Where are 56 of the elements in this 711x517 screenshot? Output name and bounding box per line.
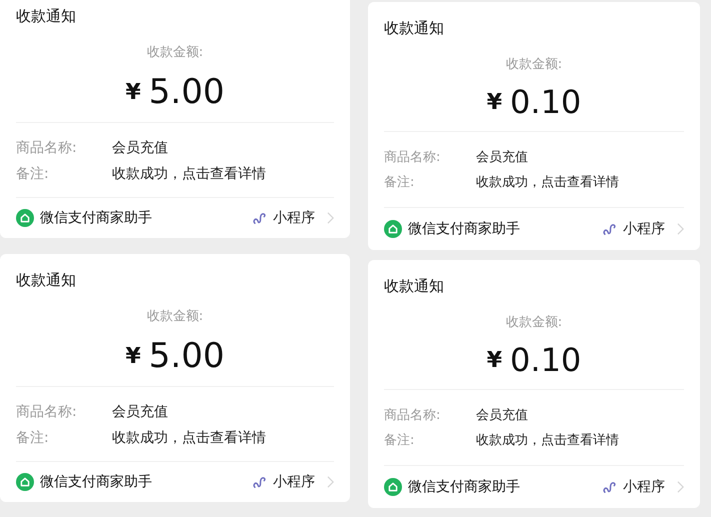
- amount-label: 收款金额:: [504, 56, 564, 74]
- amount-label: 收款金额:: [146, 44, 204, 62]
- amount-value: 5.00: [148, 71, 224, 114]
- link-icon: [602, 222, 617, 236]
- notification-card[interactable]: 收款通知 收款金额: ¥ 5.00 商品名称: 会员充值 备注: 收款成功，点击查看详情 微信支付商家助手 小程序: [0, 0, 350, 238]
- mini-program-link[interactable]: 小程序: [273, 209, 315, 227]
- field-label: 商品名称:: [16, 403, 78, 422]
- chevron-right-icon: [677, 481, 684, 493]
- field-value: 会员充值: [476, 149, 528, 167]
- mini-program-link[interactable]: 小程序: [623, 478, 665, 496]
- field-label: 商品名称:: [16, 139, 78, 158]
- field-value: 会员充值: [112, 403, 168, 422]
- chevron-right-icon: [677, 223, 684, 235]
- card-title: 收款通知: [384, 276, 445, 297]
- field-value: 收款成功，点击查看详情: [476, 432, 619, 450]
- currency-symbol: ¥: [125, 344, 141, 368]
- source-name: 微信支付商家助手: [408, 220, 520, 238]
- mini-program-link[interactable]: 小程序: [273, 473, 315, 491]
- merchant-helper-icon: [384, 478, 402, 496]
- link-icon: [602, 480, 617, 494]
- source-name: 微信支付商家助手: [408, 478, 520, 496]
- merchant-helper-icon: [384, 220, 402, 238]
- notification-card[interactable]: 收款通知 收款金额: ¥ 5.00 商品名称: 会员充值 备注: 收款成功，点击查看详情 微信支付商家助手 小程序: [0, 254, 350, 502]
- field-label: 备注:: [16, 429, 50, 448]
- amount-value: 0.10: [510, 340, 582, 380]
- field-value: 收款成功，点击查看详情: [112, 429, 266, 448]
- field-value: 会员充值: [476, 407, 528, 425]
- link-icon: [252, 210, 267, 226]
- field-label: 商品名称:: [384, 407, 442, 425]
- merchant-helper-icon: [16, 209, 34, 227]
- amount-value: 0.10: [510, 82, 582, 122]
- chevron-right-icon: [327, 476, 334, 488]
- amount-label: 收款金额:: [504, 314, 564, 332]
- mini-program-link[interactable]: 小程序: [623, 220, 665, 238]
- source-name: 微信支付商家助手: [40, 209, 152, 227]
- amount-value: 5.00: [148, 335, 224, 378]
- currency-symbol: ¥: [125, 80, 141, 104]
- field-label: 备注:: [16, 165, 50, 184]
- field-value: 会员充值: [112, 139, 168, 158]
- card-title: 收款通知: [16, 270, 77, 291]
- merchant-helper-icon: [16, 473, 34, 491]
- field-label: 备注:: [384, 432, 416, 450]
- field-label: 备注:: [384, 174, 416, 192]
- chevron-right-icon: [327, 212, 334, 224]
- card-title: 收款通知: [384, 18, 445, 39]
- link-icon: [252, 474, 267, 490]
- field-value: 收款成功，点击查看详情: [476, 174, 619, 192]
- notification-card[interactable]: 收款通知 收款金额: ¥ 0.10 商品名称: 会员充值 备注: 收款成功，点击查看详情 微信支付商家助手 小程序: [368, 2, 700, 250]
- amount-label: 收款金额:: [146, 308, 204, 326]
- source-name: 微信支付商家助手: [40, 473, 152, 491]
- field-label: 商品名称:: [384, 149, 442, 167]
- currency-symbol: ¥: [486, 90, 502, 114]
- currency-symbol: ¥: [486, 348, 502, 372]
- field-value: 收款成功，点击查看详情: [112, 165, 266, 184]
- card-title: 收款通知: [16, 6, 77, 27]
- notification-card[interactable]: 收款通知 收款金额: ¥ 0.10 商品名称: 会员充值 备注: 收款成功，点击查看详情 微信支付商家助手 小程序: [368, 260, 700, 508]
